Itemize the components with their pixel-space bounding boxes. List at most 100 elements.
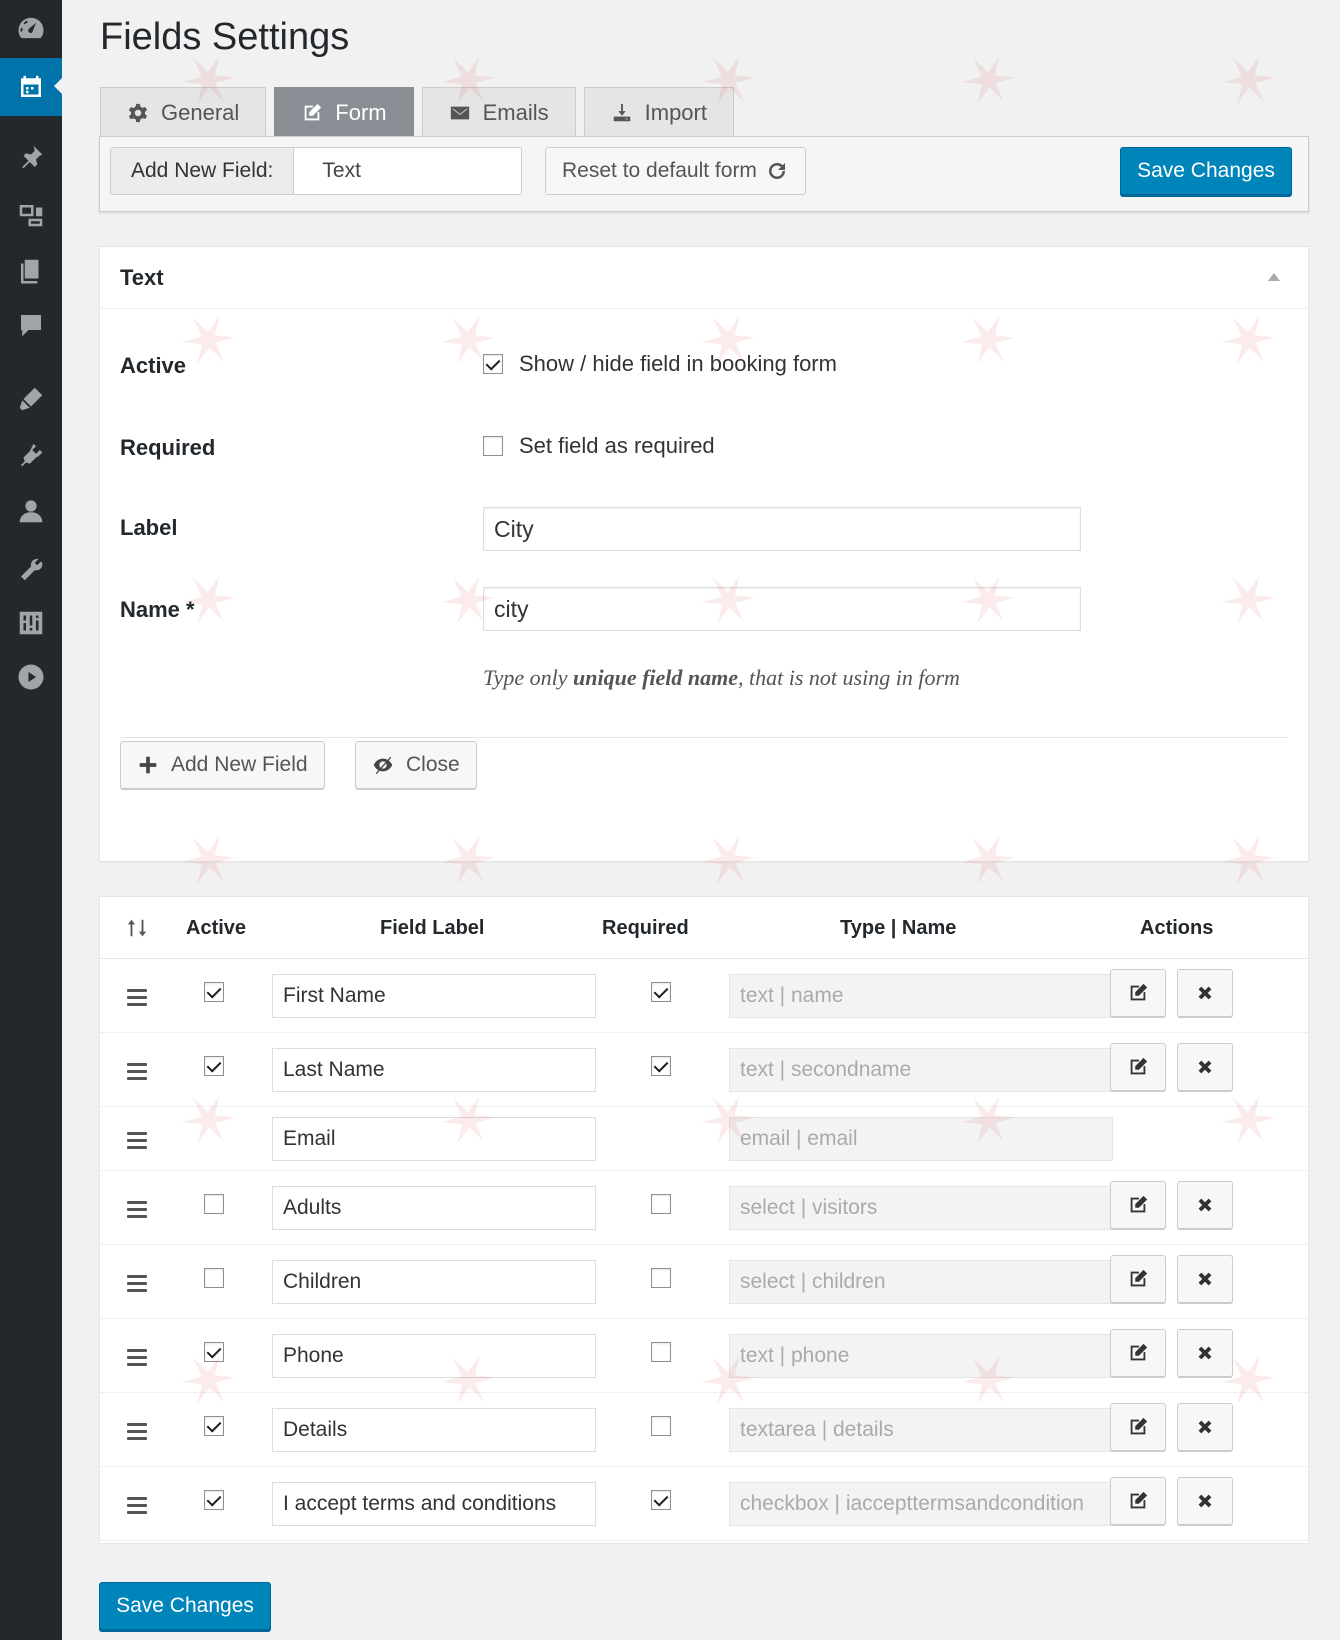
row-active-checkbox[interactable] — [204, 1342, 224, 1362]
calendar-icon[interactable] — [0, 58, 62, 116]
close-icon — [1194, 1268, 1216, 1290]
row-active-checkbox[interactable] — [204, 982, 224, 1002]
row-active-checkbox[interactable] — [204, 1194, 224, 1214]
delete-row-button[interactable] — [1177, 1255, 1233, 1303]
edit-row-button[interactable] — [1110, 1477, 1166, 1525]
drag-handle-icon[interactable] — [127, 1201, 147, 1219]
users-icon[interactable] — [0, 482, 62, 540]
close-icon — [1194, 1490, 1216, 1512]
row-label-input[interactable]: I accept terms and conditions — [272, 1482, 596, 1526]
plugins-icon[interactable] — [0, 426, 62, 484]
drag-handle-icon[interactable] — [127, 1132, 147, 1150]
edit-row-button[interactable] — [1110, 969, 1166, 1017]
tab-emails[interactable]: Emails — [421, 87, 576, 137]
comments-icon[interactable] — [0, 296, 62, 354]
delete-row-button[interactable] — [1177, 969, 1233, 1017]
row-required-checkbox[interactable] — [651, 1416, 671, 1436]
add-new-field-button[interactable]: Add New Field — [120, 741, 325, 789]
delete-row-button[interactable] — [1177, 1477, 1233, 1525]
row-type-name: textarea | details — [729, 1408, 1113, 1452]
th-type-name: Type | Name — [840, 917, 957, 939]
tab-import[interactable]: Import — [583, 87, 734, 137]
field-type-select[interactable]: Text — [294, 147, 523, 195]
admin-sidebar — [0, 0, 62, 1640]
row-required-checkbox[interactable] — [651, 982, 671, 1002]
dashboard-icon[interactable] — [0, 0, 62, 58]
settings-icon[interactable] — [0, 594, 62, 652]
row-active-checkbox[interactable] — [204, 1056, 224, 1076]
close-button-label: Close — [406, 753, 460, 776]
name-input[interactable]: city — [483, 587, 1081, 631]
row-required-checkbox[interactable] — [651, 1268, 671, 1288]
pin-icon[interactable] — [0, 128, 62, 186]
edit-row-button[interactable] — [1110, 1181, 1166, 1229]
name-label: Name * — [120, 597, 195, 622]
row-required-checkbox[interactable] — [651, 1056, 671, 1076]
appearance-icon[interactable] — [0, 370, 62, 428]
tab-general[interactable]: General — [100, 87, 267, 137]
drag-handle-icon[interactable] — [127, 1423, 147, 1441]
tab-label: Form — [335, 99, 387, 125]
collapse-arrow-icon[interactable] — [1268, 273, 1280, 281]
play-icon[interactable] — [0, 648, 62, 706]
panel-divider — [120, 737, 1288, 738]
save-changes-button-top[interactable]: Save Changes — [1120, 147, 1292, 195]
edit-row-button[interactable] — [1110, 1403, 1166, 1451]
media-icon[interactable] — [0, 186, 62, 244]
eye-slash-icon — [373, 756, 393, 775]
edit-row-button[interactable] — [1110, 1043, 1166, 1091]
tools-icon[interactable] — [0, 540, 62, 598]
row-required-checkbox[interactable] — [651, 1194, 671, 1214]
drag-handle-icon[interactable] — [127, 1063, 147, 1081]
name-help-text: Type only unique field name, that is not… — [483, 665, 960, 691]
close-icon — [1194, 982, 1216, 1004]
row-active-checkbox[interactable] — [204, 1490, 224, 1510]
row-label-input[interactable]: Adults — [272, 1186, 596, 1230]
label-input[interactable]: City — [483, 507, 1081, 551]
reset-form-button[interactable]: Reset to default form — [545, 147, 806, 195]
edit-icon — [1127, 1056, 1149, 1078]
delete-row-button[interactable] — [1177, 1329, 1233, 1377]
row-required-checkbox[interactable] — [651, 1490, 671, 1510]
tab-form[interactable]: Form — [274, 87, 414, 137]
active-label: Active — [120, 353, 187, 378]
row-type-name: text | phone — [729, 1334, 1113, 1378]
close-button[interactable]: Close — [355, 741, 477, 789]
save-changes-button-bottom[interactable]: Save Changes — [99, 1582, 271, 1630]
close-icon — [1194, 1342, 1216, 1364]
row-type-name: checkbox | iaccepttermsandcondition — [729, 1482, 1113, 1526]
edit-icon — [1127, 1342, 1149, 1364]
table-row: Details textarea | details — [100, 1393, 1308, 1467]
edit-row-button[interactable] — [1110, 1329, 1166, 1377]
drag-handle-icon[interactable] — [127, 1497, 147, 1515]
row-label-input[interactable]: Email — [272, 1117, 596, 1161]
row-label-input[interactable]: Details — [272, 1408, 596, 1452]
sort-icon[interactable] — [126, 917, 148, 945]
row-label-input[interactable]: Phone — [272, 1334, 596, 1378]
edit-row-button[interactable] — [1110, 1255, 1166, 1303]
field-edit-panel: Text Active Show / hide field in booking… — [99, 246, 1309, 862]
row-label-input[interactable]: First Name — [272, 974, 596, 1018]
drag-handle-icon[interactable] — [127, 989, 147, 1007]
row-active-checkbox[interactable] — [204, 1268, 224, 1288]
delete-row-button[interactable] — [1177, 1403, 1233, 1451]
required-checkbox[interactable] — [483, 436, 503, 456]
add-new-field-group: Add New Field: Text — [110, 147, 523, 195]
row-label-input[interactable]: Last Name — [272, 1048, 596, 1092]
pages-icon[interactable] — [0, 242, 62, 300]
required-option-text: Set field as required — [519, 433, 715, 458]
plus-icon — [139, 756, 157, 774]
row-type-name: select | children — [729, 1260, 1113, 1304]
help-bold: unique field name — [573, 665, 739, 690]
panel-header[interactable]: Text — [100, 247, 1308, 309]
row-active-checkbox[interactable] — [204, 1416, 224, 1436]
drag-handle-icon[interactable] — [127, 1275, 147, 1293]
th-actions: Actions — [1140, 917, 1214, 939]
active-checkbox[interactable] — [483, 354, 503, 374]
delete-row-button[interactable] — [1177, 1181, 1233, 1229]
help-pre: Type only — [483, 665, 568, 690]
delete-row-button[interactable] — [1177, 1043, 1233, 1091]
drag-handle-icon[interactable] — [127, 1349, 147, 1367]
row-required-checkbox[interactable] — [651, 1342, 671, 1362]
row-label-input[interactable]: Children — [272, 1260, 596, 1304]
